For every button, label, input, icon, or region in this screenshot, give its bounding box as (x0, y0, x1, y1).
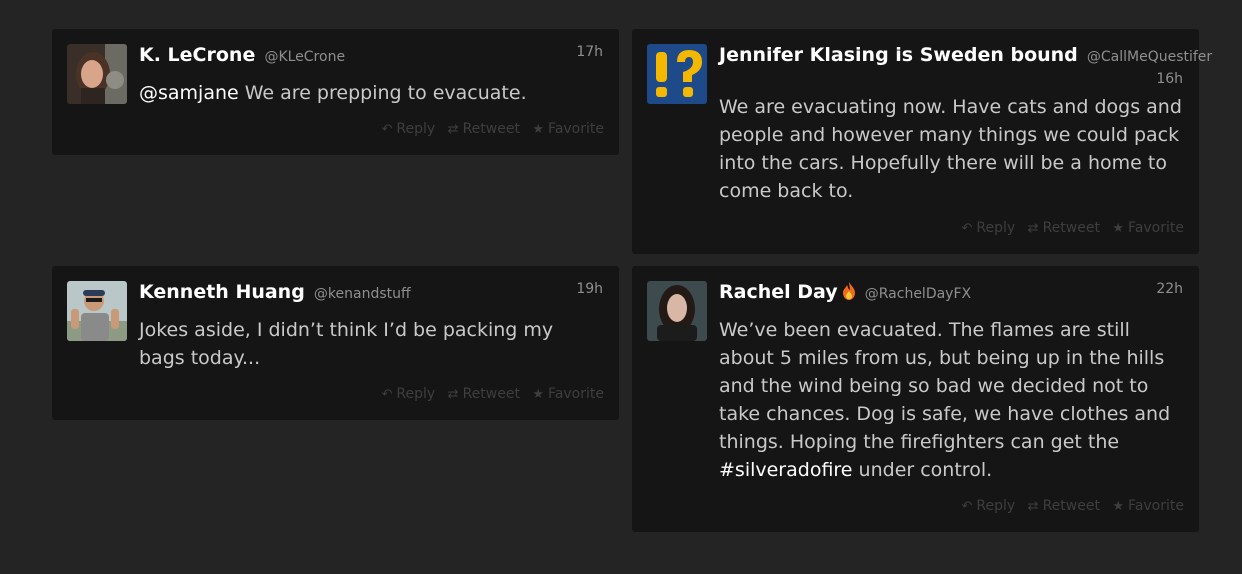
tweet-header: K. LeCrone @KLeCrone (139, 44, 603, 72)
retweet-icon: ⇄ (447, 387, 459, 402)
user-name[interactable]: Jennifer Klasing is Sweden bound (719, 44, 1078, 66)
reply-icon: ↶ (961, 221, 973, 236)
tweet-card: Jennifer Klasing is Sweden bound @CallMe… (632, 29, 1212, 254)
reply-label: Reply (976, 498, 1016, 514)
timestamp[interactable]: 16h (1156, 71, 1183, 87)
star-icon: ★ (532, 122, 545, 137)
retweet-button[interactable]: ⇄ Retweet (1028, 498, 1100, 514)
tweet-text: We’ve been evacuated. The flames are sti… (719, 316, 1183, 484)
tweet-card: Rachel Day @RachelDayFX 22h We’ve been e… (632, 266, 1199, 532)
avatar[interactable] (647, 281, 707, 341)
tweet-actions: ↶ Reply ⇄ Retweet ★ Favorite (954, 498, 1184, 514)
tweet-header: Kenneth Huang @kenandstuff (139, 281, 603, 309)
avatar[interactable] (67, 44, 127, 104)
user-handle[interactable]: @kenandstuff (314, 286, 411, 302)
retweet-icon: ⇄ (447, 122, 459, 137)
user-name[interactable]: K. LeCrone (139, 44, 255, 66)
star-icon: ★ (1112, 221, 1125, 236)
tweet-actions: ↶ Reply ⇄ Retweet ★ Favorite (954, 220, 1184, 236)
retweet-icon: ⇄ (1027, 499, 1039, 514)
timestamp[interactable]: 17h (576, 44, 603, 60)
timestamp[interactable]: 19h (576, 281, 603, 297)
avatar[interactable] (647, 44, 707, 104)
user-name[interactable]: Rachel Day (719, 281, 838, 303)
page: { "tweets": [ { "name": "K. LeCrone", "h… (0, 0, 1242, 574)
retweet-label: Retweet (1042, 498, 1100, 514)
tweet-card: Kenneth Huang @kenandstuff 19h Jokes asi… (52, 266, 619, 420)
star-icon: ★ (1112, 499, 1125, 514)
favorite-label: Favorite (1128, 498, 1184, 514)
tweet-actions: ↶ Reply ⇄ Retweet ★ Favorite (374, 386, 604, 402)
favorite-button[interactable]: ★ Favorite (532, 386, 604, 402)
reply-icon: ↶ (381, 122, 393, 137)
mention-link[interactable]: @samjane (139, 82, 239, 104)
reply-icon: ↶ (961, 499, 973, 514)
reply-label: Reply (396, 386, 436, 402)
reply-button[interactable]: ↶ Reply (962, 498, 1016, 514)
reply-icon: ↶ (381, 387, 393, 402)
retweet-label: Retweet (462, 121, 520, 137)
tweet-card: K. LeCrone @KLeCrone 17h @samjane We are… (52, 29, 619, 155)
reply-button[interactable]: ↶ Reply (382, 386, 436, 402)
tweet-actions: ↶ Reply ⇄ Retweet ★ Favorite (374, 121, 604, 137)
tweet-header: Rachel Day @RachelDayFX (719, 281, 1183, 309)
user-handle[interactable]: @RachelDayFX (865, 286, 971, 302)
tweet-text: Jokes aside, I didn’t think I’d be packi… (139, 319, 554, 369)
reply-button[interactable]: ↶ Reply (382, 121, 436, 137)
hashtag-link[interactable]: #silveradofire (719, 459, 853, 481)
user-handle[interactable]: @KLeCrone (264, 49, 345, 65)
retweet-button[interactable]: ⇄ Retweet (1028, 220, 1100, 236)
user-name[interactable]: Kenneth Huang (139, 281, 305, 303)
reply-label: Reply (976, 220, 1016, 236)
favorite-button[interactable]: ★ Favorite (1112, 220, 1184, 236)
favorite-button[interactable]: ★ Favorite (532, 121, 604, 137)
favorite-button[interactable]: ★ Favorite (1112, 498, 1184, 514)
retweet-label: Retweet (1042, 220, 1100, 236)
star-icon: ★ (532, 387, 545, 402)
reply-button[interactable]: ↶ Reply (962, 220, 1016, 236)
fire-icon (842, 282, 855, 300)
retweet-button[interactable]: ⇄ Retweet (448, 121, 520, 137)
tweet-text-body: We’ve been evacuated. The flames are sti… (719, 319, 1171, 453)
retweet-label: Retweet (462, 386, 520, 402)
tweet-text: We are evacuating now. Have cats and dog… (719, 96, 1182, 202)
tweet-header: Jennifer Klasing is Sweden bound @CallMe… (719, 44, 1212, 72)
reply-label: Reply (396, 121, 436, 137)
favorite-label: Favorite (548, 121, 604, 137)
avatar[interactable] (67, 281, 127, 341)
user-handle[interactable]: @CallMeQuestifer (1087, 49, 1212, 65)
favorite-label: Favorite (1128, 220, 1184, 236)
tweet-text-body: We are prepping to evacuate. (238, 82, 527, 104)
retweet-icon: ⇄ (1027, 221, 1039, 236)
tweet-text-tail: under control. (852, 459, 993, 481)
retweet-button[interactable]: ⇄ Retweet (448, 386, 520, 402)
favorite-label: Favorite (548, 386, 604, 402)
timestamp[interactable]: 22h (1156, 281, 1183, 297)
tweet-text: @samjane We are prepping to evacuate. (139, 79, 603, 107)
